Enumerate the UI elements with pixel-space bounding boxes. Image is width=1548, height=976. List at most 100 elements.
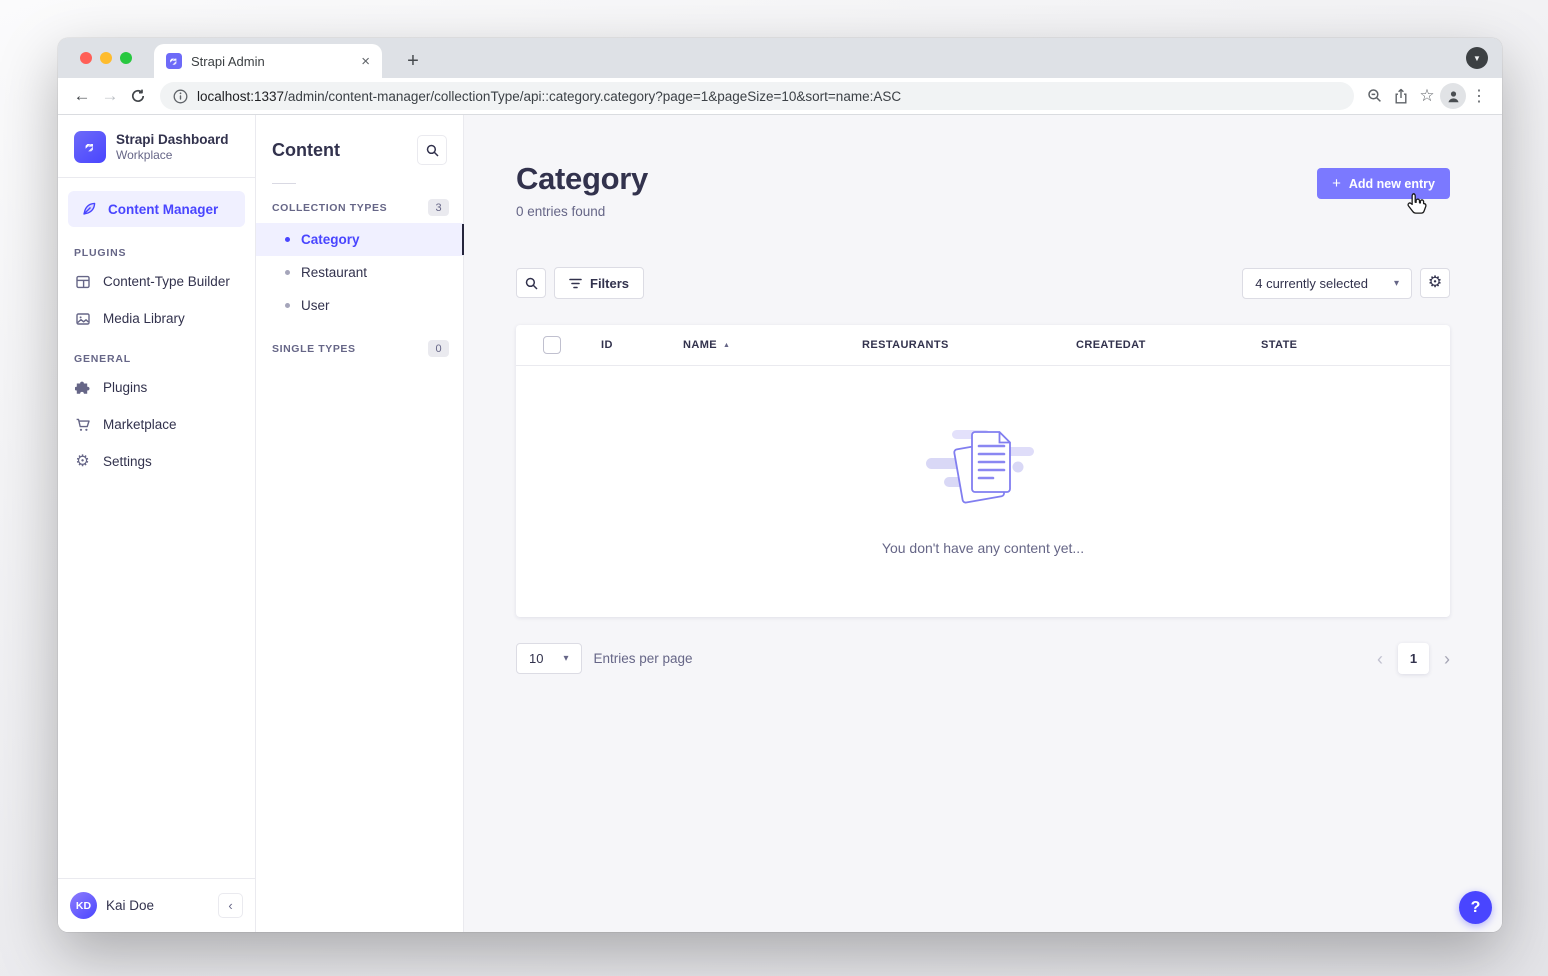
url-text: localhost:1337/admin/content-manager/col…	[197, 89, 901, 104]
user-avatar[interactable]: KD	[70, 892, 97, 919]
close-tab-icon[interactable]: ×	[361, 54, 370, 69]
back-button[interactable]: ←	[68, 82, 96, 110]
browser-profile-avatar[interactable]	[1440, 83, 1466, 109]
gear-icon: ⚙	[1428, 275, 1442, 291]
nav-item-category[interactable]: Category	[256, 223, 463, 256]
column-header-restaurants[interactable]: RESTAURANTS	[862, 339, 1076, 351]
window-controls	[58, 52, 132, 64]
screen-recording-indicator-icon[interactable]: ▼	[1466, 47, 1488, 69]
filters-button[interactable]: Filters	[554, 267, 644, 299]
previous-page-icon[interactable]: ‹	[1377, 650, 1383, 668]
question-mark-icon: ?	[1471, 899, 1481, 917]
url-path: /admin/content-manager/collectionType/ap…	[284, 89, 901, 104]
nav-item-user[interactable]: User	[256, 289, 463, 322]
page-size-value: 10	[529, 651, 543, 666]
image-icon	[74, 311, 91, 327]
plugins-section-header: PLUGINS	[58, 231, 255, 263]
sidebar-item-content-manager[interactable]: Content Manager	[68, 191, 245, 227]
table-search-button[interactable]	[516, 268, 546, 298]
fields-selected-dropdown[interactable]: 4 currently selected ▾	[1242, 268, 1412, 299]
browser-tab[interactable]: Strapi Admin ×	[154, 44, 382, 78]
filters-label: Filters	[590, 276, 629, 291]
nav-item-label: Restaurant	[301, 265, 367, 280]
browser-window: Strapi Admin × + ▼ ← → localhost:1337/ad…	[58, 38, 1502, 932]
empty-state: You don't have any content yet...	[516, 366, 1450, 617]
content-search-button[interactable]	[417, 135, 447, 165]
strapi-logo-icon	[74, 131, 106, 163]
sidebar-item-settings[interactable]: ⚙ Settings	[58, 443, 255, 480]
table-header-row: ID NAME ▲ RESTAURANTS CREATEDAT STATE	[516, 325, 1450, 366]
sidebar-item-label: Media Library	[103, 311, 185, 326]
entries-table: ID NAME ▲ RESTAURANTS CREATEDAT STATE	[516, 325, 1450, 617]
bullet-icon	[285, 270, 290, 275]
feather-pen-icon	[80, 201, 97, 217]
column-header-name[interactable]: NAME ▲	[683, 339, 862, 351]
chevron-down-icon: ▾	[563, 653, 568, 664]
collapse-sidebar-button[interactable]: ‹	[218, 893, 243, 918]
select-all-checkbox[interactable]	[543, 336, 561, 354]
panel-divider	[272, 183, 296, 184]
minimize-window-button[interactable]	[100, 52, 112, 64]
help-button[interactable]: ?	[1459, 891, 1492, 924]
sidebar-item-marketplace[interactable]: Marketplace	[58, 406, 255, 443]
entries-count: 0 entries found	[516, 204, 648, 219]
search-icon	[426, 144, 439, 157]
layout-grid-icon	[74, 274, 91, 290]
zoom-page-icon[interactable]	[1362, 83, 1388, 109]
bullet-icon	[285, 237, 290, 242]
share-icon[interactable]	[1388, 83, 1414, 109]
zoom-window-button[interactable]	[120, 52, 132, 64]
add-new-entry-label: Add new entry	[1349, 177, 1435, 191]
strapi-favicon-icon	[166, 53, 182, 69]
add-new-entry-button[interactable]: + Add new entry	[1317, 168, 1450, 199]
close-window-button[interactable]	[80, 52, 92, 64]
nav-item-label: User	[301, 298, 330, 313]
site-info-icon[interactable]	[173, 89, 188, 104]
entries-per-page-label: Entries per page	[594, 651, 693, 666]
page-number-button[interactable]: 1	[1398, 643, 1429, 674]
page-size-dropdown[interactable]: 10 ▾	[516, 643, 582, 674]
sidebar-item-label: Plugins	[103, 380, 147, 395]
strapi-app: Strapi Dashboard Workplace Content Manag…	[58, 115, 1502, 932]
address-bar[interactable]: localhost:1337/admin/content-manager/col…	[160, 82, 1354, 110]
empty-state-text: You don't have any content yet...	[882, 540, 1084, 556]
column-header-id[interactable]: ID	[601, 339, 683, 351]
bookmark-star-icon[interactable]: ☆	[1414, 83, 1440, 109]
main-sidebar: Strapi Dashboard Workplace Content Manag…	[58, 115, 256, 932]
panel-title: Content	[272, 140, 340, 161]
sidebar-item-media-library[interactable]: Media Library	[58, 300, 255, 337]
nav-item-restaurant[interactable]: Restaurant	[256, 256, 463, 289]
new-tab-button[interactable]: +	[398, 46, 428, 76]
forward-button[interactable]: →	[96, 82, 124, 110]
tab-title: Strapi Admin	[191, 54, 352, 69]
user-name: Kai Doe	[106, 898, 154, 913]
collection-types-count-badge: 3	[428, 199, 449, 216]
page-title: Category	[516, 161, 648, 197]
empty-documents-illustration	[922, 420, 1044, 512]
reload-button[interactable]	[124, 82, 152, 110]
column-header-createdat[interactable]: CREATEDAT	[1076, 339, 1261, 351]
sidebar-item-label: Content Manager	[108, 202, 218, 217]
column-header-label: NAME	[683, 339, 717, 351]
fields-selected-label: 4 currently selected	[1255, 276, 1368, 291]
column-header-state[interactable]: STATE	[1261, 339, 1450, 351]
nav-item-label: Category	[301, 232, 360, 247]
sidebar-item-plugins[interactable]: Plugins	[58, 369, 255, 406]
workspace-brand[interactable]: Strapi Dashboard Workplace	[58, 115, 255, 177]
browser-menu-icon[interactable]: ⋮	[1466, 83, 1492, 109]
sidebar-item-content-type-builder[interactable]: Content-Type Builder	[58, 263, 255, 300]
collection-types-header: COLLECTION TYPES	[272, 202, 387, 214]
shopping-cart-icon	[74, 417, 91, 433]
single-types-count-badge: 0	[428, 340, 449, 357]
chevron-left-icon: ‹	[228, 898, 232, 913]
chevron-down-icon: ▾	[1394, 278, 1399, 289]
table-settings-button[interactable]: ⚙	[1420, 268, 1450, 298]
tab-strip: Strapi Admin × + ▼	[58, 38, 1502, 78]
sidebar-item-label: Marketplace	[103, 417, 177, 432]
workspace-name: Strapi Dashboard	[116, 132, 229, 149]
next-page-icon[interactable]: ›	[1444, 650, 1450, 668]
gear-icon: ⚙	[74, 454, 91, 470]
sort-ascending-icon: ▲	[723, 342, 730, 349]
general-section-header: GENERAL	[58, 337, 255, 369]
single-types-header: SINGLE TYPES	[272, 343, 356, 355]
